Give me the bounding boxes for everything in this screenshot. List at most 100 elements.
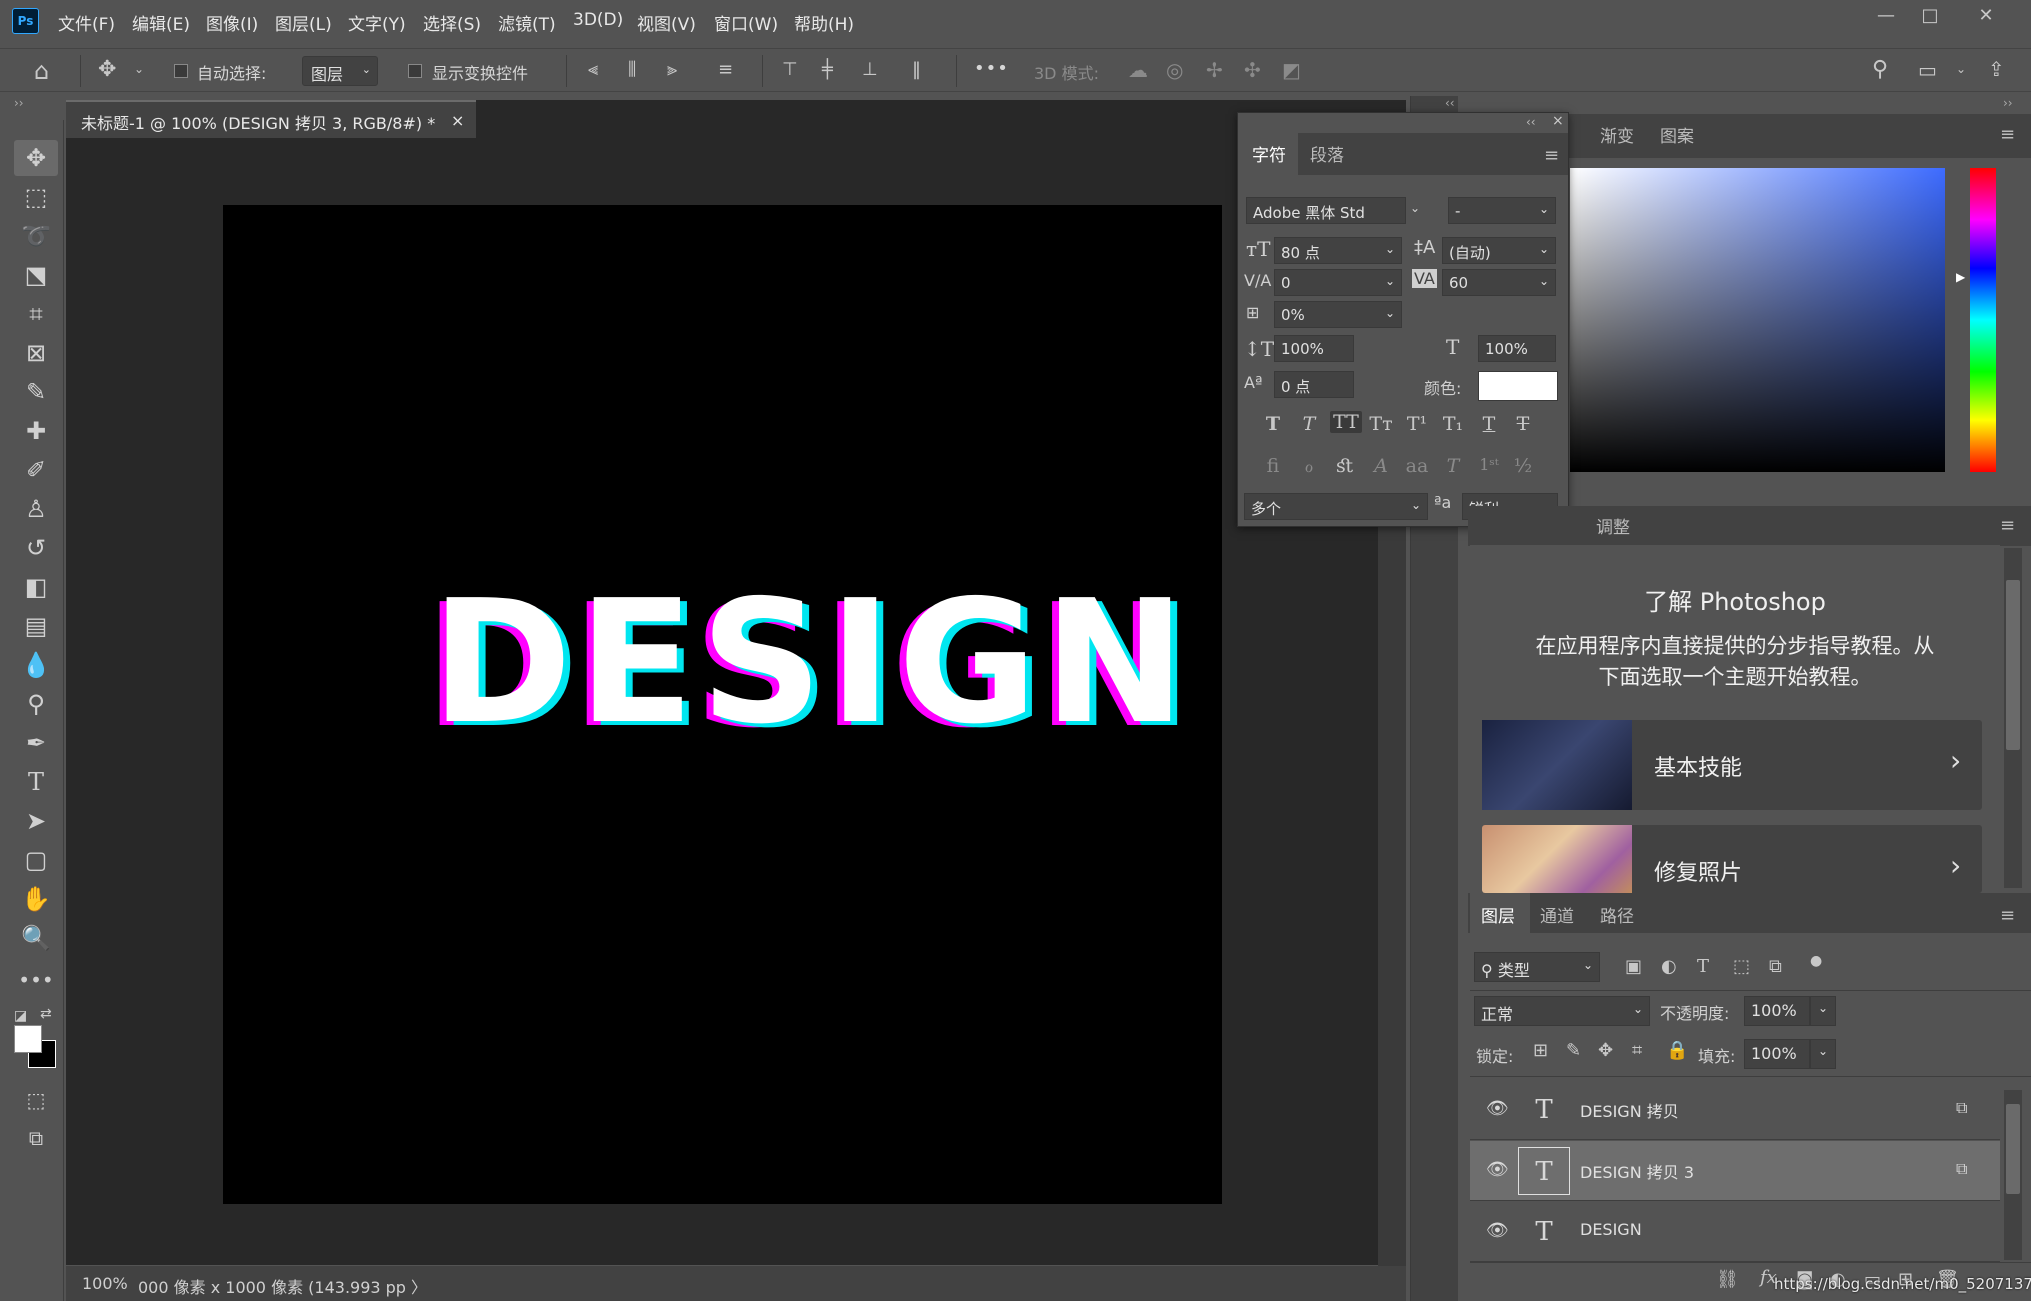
rectangle-tool-icon[interactable]: ▢	[14, 842, 58, 878]
path-select-tool-icon[interactable]: ➤	[14, 803, 58, 839]
layer-filter-select[interactable]: ⚲ 类型 ⌄	[1474, 952, 1600, 982]
search-icon[interactable]: ⚲	[1872, 59, 1888, 81]
menu-edit[interactable]: 编辑(E)	[132, 10, 190, 35]
lock-pixels-icon[interactable]: ✎	[1566, 1042, 1581, 1060]
gradient-tool-icon[interactable]: ▤	[14, 608, 58, 644]
zoom-tool-icon[interactable]: 🔍	[14, 920, 58, 956]
menu-window[interactable]: 窗口(W)	[714, 10, 778, 35]
tsume-field[interactable]: 0% ⌄	[1274, 301, 1402, 328]
lock-all-icon[interactable]: 🔒	[1666, 1042, 1688, 1060]
collapse-icon[interactable]: ››	[14, 96, 24, 110]
layer-row[interactable]: 👁 T DESIGN	[1470, 1202, 2000, 1262]
smart-object-filter-icon[interactable]: ⧉	[1769, 958, 1782, 976]
layer-style-icon[interactable]: ⧉	[1956, 1159, 1967, 1179]
crop-tool-icon[interactable]: ⌗	[14, 296, 58, 332]
menu-layer[interactable]: 图层(L)	[275, 10, 332, 35]
show-transform-checkbox[interactable]	[408, 64, 422, 78]
link-layers-icon[interactable]: ⛓	[1716, 1271, 1739, 1289]
distribute-icon[interactable]: ≡	[718, 61, 733, 79]
brush-tool-icon[interactable]: ✐	[14, 452, 58, 488]
object-select-tool-icon[interactable]: ⬔	[14, 257, 58, 293]
dodge-tool-icon[interactable]: ⚲	[14, 686, 58, 722]
collapse-icon[interactable]: ‹‹	[1526, 115, 1536, 129]
text-color-swatch[interactable]	[1478, 371, 1558, 401]
type-filter-icon[interactable]: T	[1697, 958, 1709, 976]
all-caps-icon[interactable]: TT	[1330, 411, 1362, 433]
faux-bold-icon[interactable]: T	[1258, 413, 1288, 435]
home-icon[interactable]: ⌂	[34, 59, 49, 83]
move-tool-icon[interactable]: ✥	[14, 140, 58, 176]
eraser-tool-icon[interactable]: ◧	[14, 569, 58, 605]
menu-image[interactable]: 图像(I)	[206, 10, 258, 35]
menu-select[interactable]: 选择(S)	[423, 10, 481, 35]
tracking-field[interactable]: 60 ⌄	[1442, 269, 1556, 296]
menu-help[interactable]: 帮助(H)	[794, 10, 854, 35]
learn-scrollbar-thumb[interactable]	[2006, 580, 2020, 750]
tab-channels[interactable]: 通道	[1540, 902, 1574, 927]
font-family-select[interactable]: Adobe 黑体 Std	[1246, 197, 1406, 224]
superscript-icon[interactable]: T¹	[1402, 413, 1432, 435]
3d-orbit-icon[interactable]: ☁	[1128, 60, 1148, 80]
discretionary-ligatures-icon[interactable]: ﬆ	[1330, 455, 1360, 477]
align-left-icon[interactable]: ⫷	[588, 61, 598, 79]
tab-character[interactable]: 字符	[1252, 141, 1286, 166]
tab-patterns[interactable]: 图案	[1660, 122, 1694, 147]
visibility-eye-icon[interactable]: 👁	[1486, 1220, 1509, 1241]
faux-italic-icon[interactable]: T	[1294, 413, 1324, 435]
frame-tool-icon[interactable]: ⊠	[14, 335, 58, 371]
lock-artboard-icon[interactable]: ⌗	[1632, 1042, 1642, 1060]
font-style-select[interactable]: - ⌄	[1448, 197, 1556, 224]
fill-dropdown[interactable]: ⌄	[1810, 1039, 1836, 1069]
marquee-tool-icon[interactable]: ⬚	[14, 179, 58, 215]
font-size-field[interactable]: 80 点 ⌄	[1274, 237, 1402, 264]
kerning-field[interactable]: 0 ⌄	[1274, 269, 1402, 296]
menu-3d[interactable]: 3D(D)	[573, 10, 623, 30]
small-caps-icon[interactable]: Tᴛ	[1366, 413, 1396, 435]
more-options-icon[interactable]: •••	[974, 58, 1009, 79]
lock-position-icon[interactable]: ✥	[1598, 1042, 1613, 1060]
pixel-filter-icon[interactable]: ▣	[1625, 958, 1642, 976]
leading-field[interactable]: (自动) ⌄	[1442, 237, 1556, 264]
auto-select-dropdown[interactable]: 图层 ⌄	[302, 56, 378, 86]
swash-icon[interactable]: A	[1366, 455, 1396, 477]
hue-slider[interactable]	[1970, 168, 1996, 472]
distribute-vertical-icon[interactable]: ‖	[912, 61, 921, 79]
adjustment-filter-icon[interactable]: ◐	[1661, 958, 1677, 976]
close-window-button[interactable]: ✕	[1968, 5, 2004, 35]
color-picker-field[interactable]	[1570, 168, 1945, 472]
underline-icon[interactable]: T	[1474, 413, 1504, 435]
subscript-icon[interactable]: T₁	[1438, 413, 1468, 435]
chevron-down-icon[interactable]: ⌄	[1956, 63, 1966, 75]
close-icon[interactable]: ×	[1552, 113, 1564, 129]
fractions-icon[interactable]: ½	[1508, 455, 1538, 477]
visibility-eye-icon[interactable]: 👁	[1486, 1098, 1509, 1119]
titling-alternates-icon[interactable]: T	[1438, 455, 1468, 477]
restore-button[interactable]: □	[1912, 5, 1948, 35]
vertical-scale-field[interactable]: 100%	[1274, 335, 1354, 362]
chevron-down-icon[interactable]: ⌄	[1410, 201, 1420, 215]
screen-mode-icon[interactable]: ⧉	[14, 1120, 58, 1156]
visibility-eye-icon[interactable]: 👁	[1486, 1159, 1509, 1180]
move-tool-icon[interactable]: ✥	[98, 59, 116, 81]
horizontal-scale-field[interactable]: 100%	[1478, 335, 1556, 362]
hand-tool-icon[interactable]: ✋	[14, 881, 58, 917]
tab-layers[interactable]: 图层	[1481, 902, 1515, 927]
hue-slider-handle[interactable]: ▶	[1956, 270, 1965, 284]
3d-slide-icon[interactable]: ✣	[1244, 60, 1261, 80]
align-top-icon[interactable]: ⊤	[782, 61, 798, 79]
fill-field[interactable]: 100%	[1744, 1039, 1810, 1069]
align-right-icon[interactable]: ⫸	[667, 61, 677, 79]
menu-type[interactable]: 文字(Y)	[348, 10, 406, 35]
3d-camera-icon[interactable]: ◩	[1282, 60, 1301, 80]
lasso-tool-icon[interactable]: ➰	[14, 218, 58, 254]
history-brush-tool-icon[interactable]: ↺	[14, 530, 58, 566]
3d-roll-icon[interactable]: ◎	[1166, 60, 1183, 80]
menu-filter[interactable]: 滤镜(T)	[498, 10, 556, 35]
panel-menu-icon[interactable]: ≡	[1544, 145, 1559, 166]
align-middle-icon[interactable]: ╪	[822, 61, 833, 79]
swap-colors-icon[interactable]: ⇄	[40, 1006, 52, 1022]
canvas[interactable]: DESIGN DESIGN DESIGN	[223, 205, 1222, 1204]
auto-select-checkbox[interactable]	[174, 64, 188, 78]
chevron-down-icon[interactable]: ⌄	[134, 63, 144, 75]
language-select[interactable]: 多个 ⌄	[1244, 493, 1428, 520]
